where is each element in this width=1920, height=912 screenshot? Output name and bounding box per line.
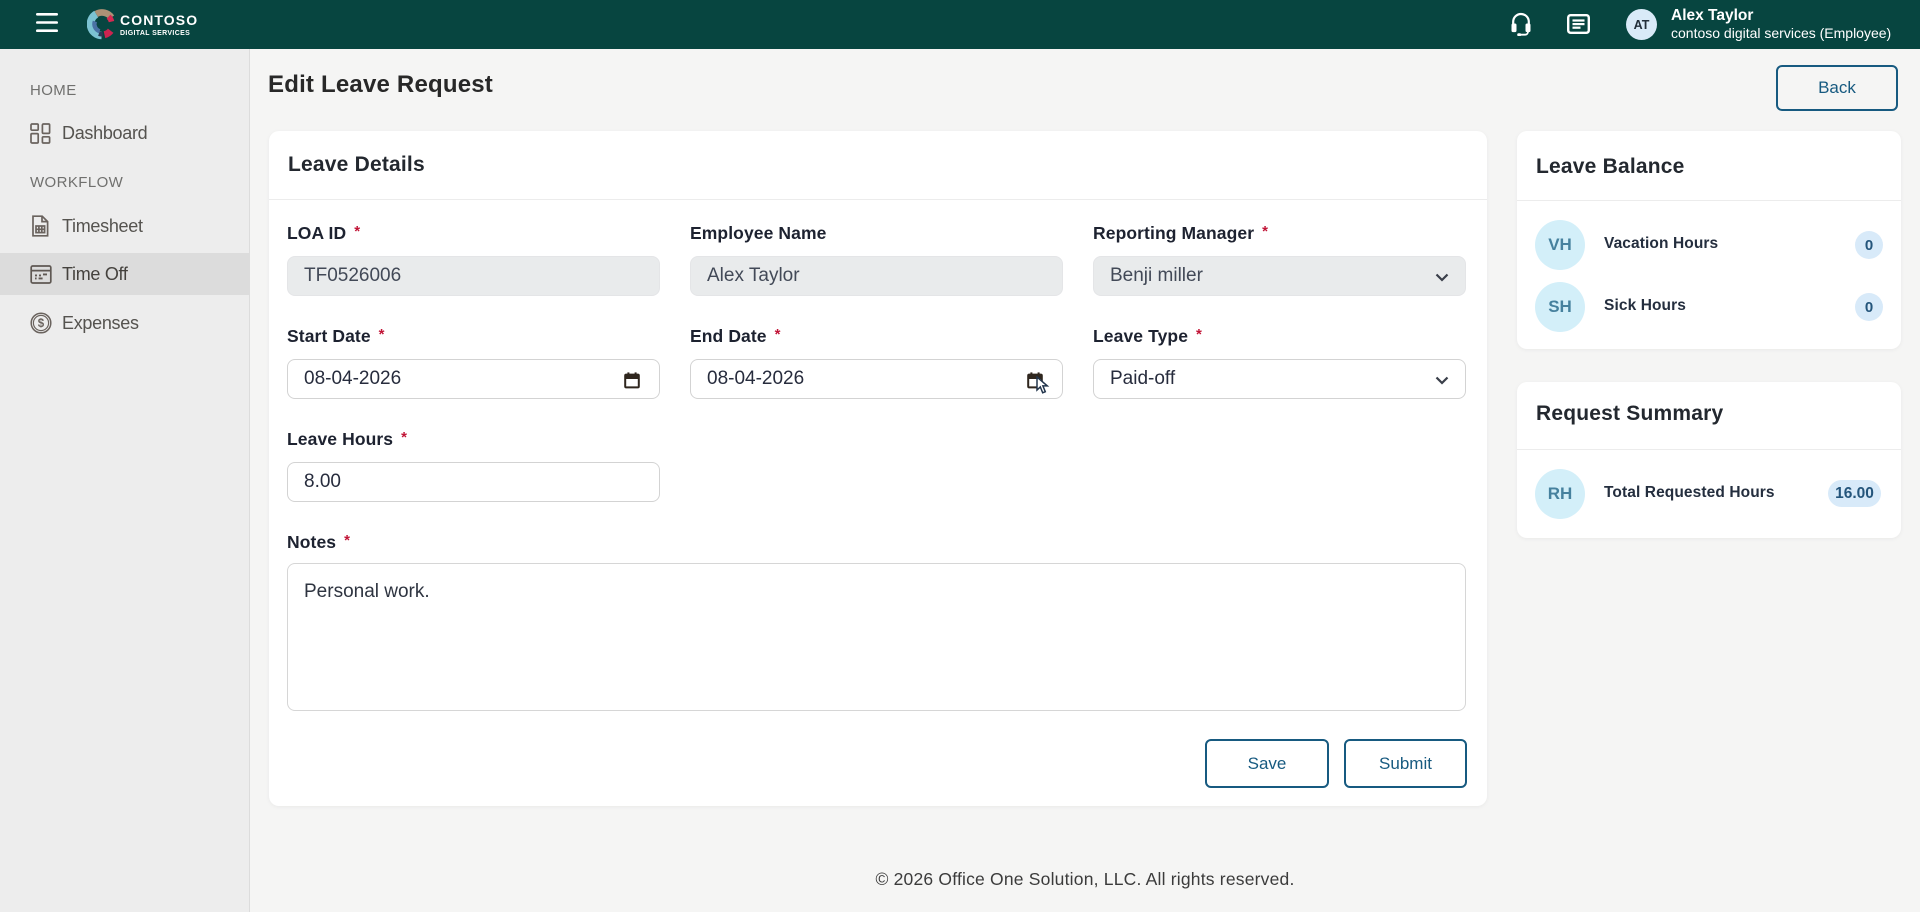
svg-text:$: $: [38, 318, 45, 330]
